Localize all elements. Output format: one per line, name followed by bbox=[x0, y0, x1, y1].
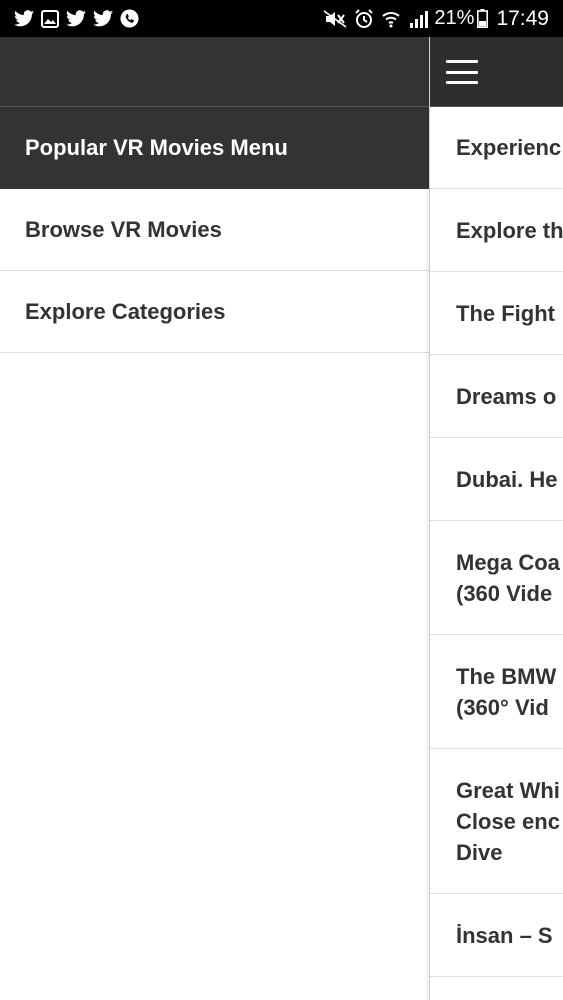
twitter-icon bbox=[93, 10, 113, 27]
list-item-title: Explore th bbox=[456, 217, 563, 243]
list-item-title: Great Whi bbox=[456, 777, 560, 803]
drawer-item-popular-vr-movies-menu[interactable]: Popular VR Movies Menu bbox=[0, 107, 429, 189]
list-item-title: İnsan – S bbox=[456, 922, 553, 948]
list-item-title: Dreams o bbox=[456, 383, 557, 409]
battery-percent: 21% bbox=[434, 7, 475, 29]
list-item-title: Mega Coa bbox=[456, 549, 560, 575]
list-item[interactable]: The Fight bbox=[430, 272, 563, 355]
list-item-title: The Fight bbox=[456, 300, 555, 326]
drawer-item-browse-vr-movies[interactable]: Browse VR Movies bbox=[0, 189, 429, 271]
main-header bbox=[430, 37, 563, 107]
list-item[interactable]: Experienc bbox=[430, 107, 563, 189]
list-item[interactable]: Mega Coa (360 Vide bbox=[430, 521, 563, 635]
alarm-icon bbox=[354, 8, 374, 29]
drawer-header bbox=[0, 37, 429, 107]
twitter-icon bbox=[66, 10, 86, 27]
status-bar: 21% 17:49 bbox=[0, 0, 563, 37]
list-item-title: (360° Vid bbox=[456, 694, 549, 720]
list-item[interactable]: Great Whi Close enc Dive bbox=[430, 749, 563, 894]
signal-icon bbox=[408, 10, 429, 28]
drawer-item-explore-categories[interactable]: Explore Categories bbox=[0, 271, 429, 353]
mute-icon bbox=[323, 9, 347, 28]
list-item[interactable]: İnsan – S bbox=[430, 894, 563, 977]
phone-icon bbox=[120, 9, 139, 28]
nav-drawer: Popular VR Movies Menu Browse VR Movies … bbox=[0, 37, 429, 1000]
list-item[interactable]: The BMW (360° Vid bbox=[430, 635, 563, 749]
list-item-title: Experienc bbox=[456, 135, 562, 160]
status-bar-left bbox=[14, 9, 146, 28]
list-item[interactable]: Dreams o bbox=[430, 355, 563, 438]
list-item-title: Close enc bbox=[456, 808, 560, 834]
main-content-panel: Experienc Explore th The Fight Dreams o … bbox=[429, 37, 563, 1000]
list-item-title: Dive bbox=[456, 839, 503, 865]
list-item[interactable]: Dubai. He bbox=[430, 438, 563, 521]
list-item-title: Dubai. He bbox=[456, 466, 558, 492]
list-item-title: (360 Vide bbox=[456, 580, 553, 606]
list-item[interactable]: Explore th bbox=[430, 189, 563, 272]
gallery-icon bbox=[41, 9, 59, 28]
status-bar-right: 21% 17:49 bbox=[316, 7, 549, 31]
list-item-title: The BMW bbox=[456, 663, 557, 689]
clock: 17:49 bbox=[496, 6, 549, 30]
hamburger-icon[interactable] bbox=[446, 60, 478, 84]
battery-icon bbox=[477, 9, 489, 28]
twitter-icon bbox=[14, 10, 34, 27]
wifi-icon bbox=[381, 9, 401, 29]
